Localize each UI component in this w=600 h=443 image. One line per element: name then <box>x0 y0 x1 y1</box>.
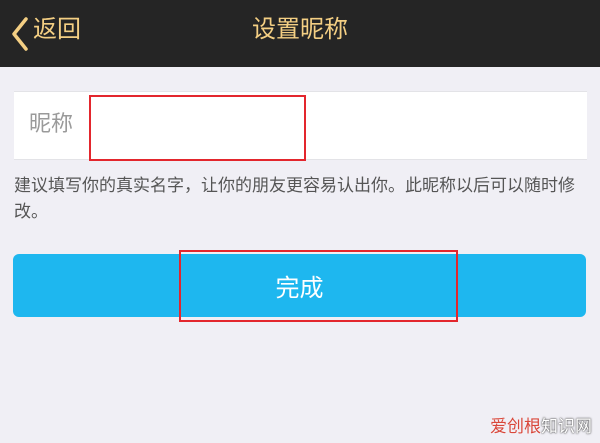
page-title: 设置昵称 <box>252 15 348 43</box>
nickname-field-row: 昵称 <box>14 91 587 160</box>
nickname-input[interactable] <box>94 100 564 150</box>
done-button[interactable]: 完成 <box>13 254 586 317</box>
nickname-hint: 建议填写你的真实名字，让你的朋友更容易认出你。此昵称以后可以随时修改。 <box>14 176 575 222</box>
nickname-label: 昵称 <box>29 112 74 137</box>
nav-bar: 返回 设置昵称 <box>0 0 600 67</box>
watermark: 爱创根知识网 <box>490 415 592 439</box>
watermark-accent: 爱创根 <box>490 417 541 437</box>
watermark-rest: 知识网 <box>541 417 592 437</box>
